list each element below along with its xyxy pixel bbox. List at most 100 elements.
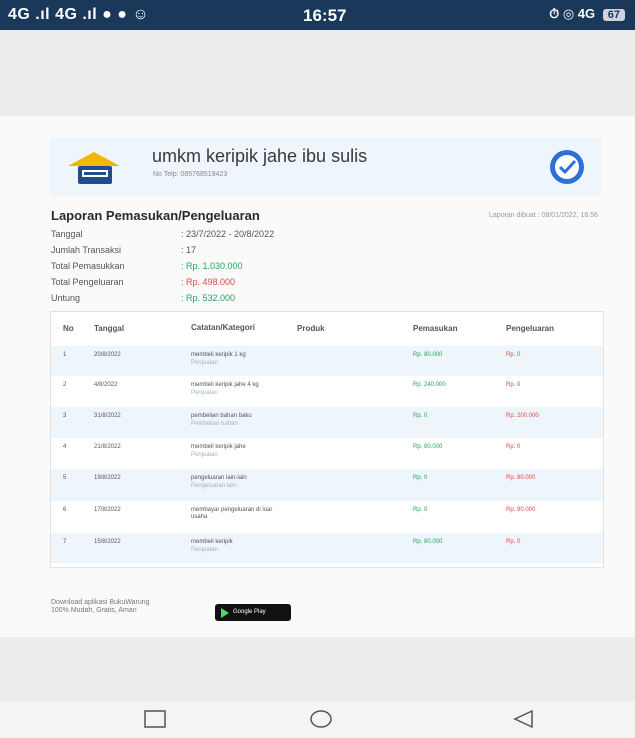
- row-note: membeli keripik Penjualan: [191, 539, 286, 554]
- row-income: Rp. 80.000: [413, 539, 443, 545]
- row-number: 6: [63, 507, 67, 513]
- row-income: Rp. 80.000: [413, 444, 443, 450]
- transactions-table: No Tanggal Catatan/Kategori Produk Pemas…: [50, 311, 604, 568]
- row-date: 20/8/2022: [94, 352, 121, 358]
- row-category: Penjualan: [191, 360, 218, 366]
- row-date: 17/8/2022: [94, 507, 121, 513]
- summary-label: Untung: [51, 293, 81, 303]
- status-bar: 4G .ıl 4G .ıl ● ● ☺ 16:57 ⏱ ◎ 4G 67: [0, 0, 635, 30]
- download-promo: Download aplikasi BukuWarung 100% Mudah,…: [51, 599, 150, 615]
- row-date: 4/8/2022: [94, 382, 118, 388]
- row-expense: Rp. 0: [506, 444, 521, 450]
- summary-value: : Rp. 498.000: [181, 277, 236, 287]
- summary-row: Total Pemasukkan : Rp. 1.030.000: [51, 261, 351, 277]
- row-note: membeli keripik jahe Penjualan: [191, 444, 286, 459]
- column-header: Pengeluaran: [506, 324, 555, 333]
- row-number: 4: [63, 444, 67, 450]
- android-nav-bar: [0, 701, 635, 738]
- row-number: 5: [63, 475, 67, 481]
- status-icons: ⏱ ◎ 4G 67: [549, 6, 625, 22]
- google-play-button[interactable]: Google Play: [215, 604, 291, 621]
- row-expense: Rp. 0: [506, 382, 521, 388]
- report-document: umkm keripik jahe ibu sulis No Telp: 085…: [0, 116, 635, 637]
- row-expense: Rp. 0: [506, 352, 521, 358]
- row-number: 2: [63, 382, 67, 388]
- row-note: pengeluaran lain-lain Pengeluaran lain-: [191, 475, 286, 490]
- row-income: Rp. 0: [413, 507, 428, 513]
- row-note-text: membayar pengeluaran di luar usaha: [191, 507, 273, 520]
- summary-row: Tanggal : 23/7/2022 - 20/8/2022: [51, 229, 351, 245]
- row-number: 7: [63, 539, 67, 545]
- signal-indicators: 4G .ıl 4G .ıl ● ● ☺: [8, 6, 150, 23]
- square-recents-icon[interactable]: [143, 709, 167, 729]
- top-gray-area: [0, 30, 635, 116]
- table-header: No Tanggal Catatan/Kategori Produk Pemas…: [51, 312, 603, 345]
- download-line: Download aplikasi BukuWarung: [51, 599, 150, 606]
- row-note-text: pengeluaran lain-lain: [191, 475, 247, 481]
- row-note: membeli keripik jahe 4 kg Penjualan: [191, 382, 286, 397]
- summary-value: : 23/7/2022 - 20/8/2022: [181, 229, 275, 239]
- table-row: 7 15/8/2022 membeli keripik Penjualan Rp…: [51, 533, 603, 563]
- summary-label: Total Pengeluaran: [51, 277, 124, 287]
- summary-value: : 17: [181, 245, 197, 255]
- row-category: Penjualan: [191, 452, 218, 458]
- business-name: umkm keripik jahe ibu sulis: [152, 146, 368, 166]
- column-header: Tanggal: [94, 324, 125, 333]
- row-note: membeli keripik 1 kg Penjualan: [191, 352, 286, 367]
- summary-row: Untung : Rp. 532.000: [51, 293, 351, 309]
- row-number: 3: [63, 413, 67, 419]
- row-note-text: membeli keripik jahe: [191, 444, 246, 450]
- status-icons-text: ⏱ ◎ 4G: [549, 6, 596, 21]
- row-income: Rp. 0: [413, 475, 428, 481]
- triangle-back-icon[interactable]: [512, 709, 536, 729]
- column-header: Produk: [297, 324, 325, 333]
- verified-check-icon: [550, 150, 584, 184]
- row-date: 21/8/2022: [94, 444, 121, 450]
- summary-value: : Rp. 1.030.000: [181, 261, 243, 271]
- report-title: Laporan Pemasukan/Pengeluaran: [51, 208, 260, 223]
- row-date: 19/8/2022: [94, 475, 121, 481]
- bottom-gray-area: [0, 637, 635, 701]
- table-row: 6 17/8/2022 membayar pengeluaran di luar…: [51, 501, 603, 533]
- table-row: 1 20/8/2022 membeli keripik 1 kg Penjual…: [51, 346, 603, 376]
- summary-label: Jumlah Transaksi: [51, 245, 122, 255]
- clock: 16:57: [303, 6, 347, 25]
- row-note: pembelian bahan baku Pembelian bahan: [191, 413, 286, 428]
- table-row: 3 31/8/2022 pembelian bahan baku Pembeli…: [51, 407, 603, 438]
- business-phone: No Telp: 085768519423: [153, 171, 228, 178]
- row-income: Rp. 240.000: [413, 382, 446, 388]
- row-note: membayar pengeluaran di luar usaha: [191, 507, 286, 522]
- row-note-text: pembelian bahan baku: [191, 413, 252, 419]
- row-category: Penjualan: [191, 547, 218, 553]
- table-row: 4 21/8/2022 membeli keripik jahe Penjual…: [51, 438, 603, 469]
- battery-icon: 67: [602, 9, 625, 21]
- row-category: Pengeluaran lain-: [191, 483, 239, 489]
- row-note-text: membeli keripik: [191, 539, 233, 545]
- summary-row: Total Pengeluaran : Rp. 498.000: [51, 277, 351, 293]
- summary-value: : Rp. 532.000: [181, 293, 236, 303]
- row-note-text: membeli keripik 1 kg: [191, 352, 246, 358]
- download-tagline: 100% Mudah, Gratis, Aman: [51, 607, 137, 614]
- row-income: Rp. 0: [413, 413, 428, 419]
- row-expense: Rp. 90.000: [506, 507, 536, 513]
- summary-label: Total Pemasukkan: [51, 261, 125, 271]
- row-expense: Rp. 0: [506, 539, 521, 545]
- row-category: Pembelian bahan: [191, 421, 238, 427]
- row-date: 31/8/2022: [94, 413, 121, 419]
- column-header: Catatan/Kategori: [191, 323, 256, 332]
- row-note-text: membeli keripik jahe 4 kg: [191, 382, 259, 388]
- table-row: 5 19/8/2022 pengeluaran lain-lain Pengel…: [51, 469, 603, 501]
- business-header: umkm keripik jahe ibu sulis No Telp: 085…: [50, 138, 602, 196]
- summary-row: Jumlah Transaksi : 17: [51, 245, 351, 261]
- circle-home-icon[interactable]: [309, 709, 333, 729]
- play-store-icon: [221, 608, 229, 618]
- summary-label: Tanggal: [51, 229, 83, 239]
- row-income: Rp. 80.000: [413, 352, 443, 358]
- column-header: Pemasukan: [413, 324, 458, 333]
- row-number: 1: [63, 352, 67, 358]
- table-row: 2 4/8/2022 membeli keripik jahe 4 kg Pen…: [51, 376, 603, 407]
- row-date: 15/8/2022: [94, 539, 121, 545]
- report-summary: Tanggal : 23/7/2022 - 20/8/2022 Jumlah T…: [51, 229, 351, 309]
- report-generated-timestamp: Laporan dibuat : 08/01/2022, 16:56: [489, 212, 598, 219]
- row-expense: Rp. 80.000: [506, 475, 536, 481]
